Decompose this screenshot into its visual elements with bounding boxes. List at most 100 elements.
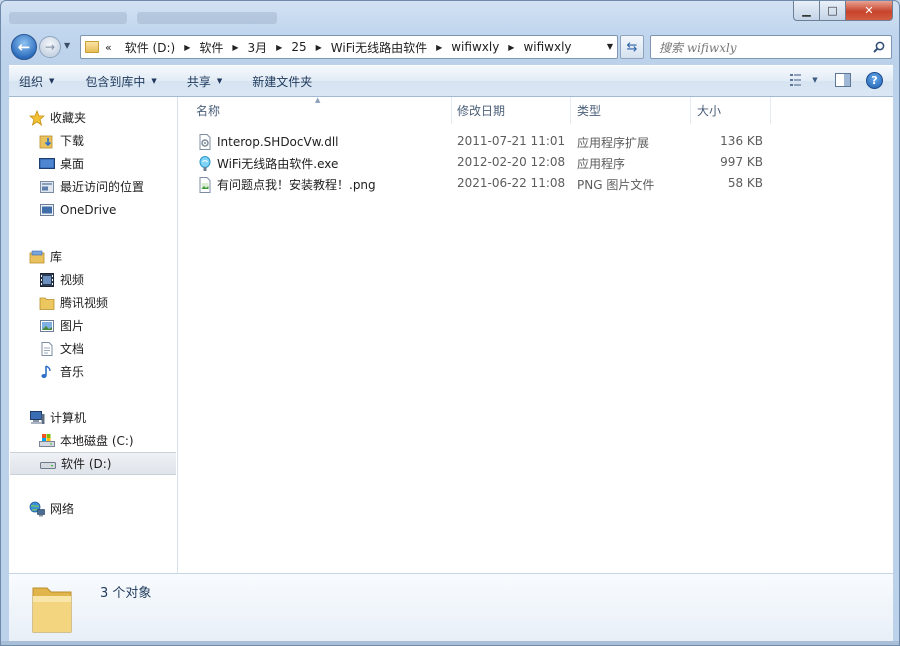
object-count: 3 个对象 — [100, 586, 152, 601]
table-row[interactable]: 有问题点我！安装教程！.png 2021-06-22 11:08 PNG 图片文… — [193, 173, 763, 194]
column-size[interactable]: 大小 — [691, 97, 771, 124]
arrow-left-icon: ← — [17, 38, 31, 56]
file-list[interactable]: ▲ 名称 修改日期 类型 大小 Interop.SHDocVw.dll 2011… — [179, 96, 893, 573]
breadcrumb-item[interactable]: 软件 (D:) — [120, 39, 180, 56]
column-modified-label: 修改日期 — [457, 104, 506, 118]
navigation-pane[interactable]: 收藏夹 下载 桌面 最近访问的位置 OneDrive 库 视频 腾讯视频 图片 … — [9, 97, 178, 573]
back-button[interactable]: ← — [11, 34, 37, 60]
file-modified: 2021-06-22 11:08 — [457, 176, 566, 190]
file-name-cell[interactable]: Interop.SHDocVw.dll — [197, 134, 339, 150]
file-type: 应用程序 — [577, 157, 626, 171]
file-type: 应用程序扩展 — [577, 136, 650, 150]
column-name[interactable]: 名称 — [190, 97, 452, 124]
table-row[interactable]: Interop.SHDocVw.dll 2011-07-21 11:01 应用程… — [193, 131, 763, 152]
breadcrumb-separator-icon[interactable]: ▶ — [312, 43, 326, 52]
new-folder-button[interactable]: 新建文件夹 — [232, 69, 322, 93]
breadcrumb-item[interactable]: wifiwxly — [518, 40, 576, 54]
forward-button[interactable]: → — [39, 36, 61, 58]
star-icon — [29, 109, 45, 126]
breadcrumb-item[interactable]: 25 — [286, 40, 311, 54]
chevron-down-icon: ▼ — [216, 77, 223, 85]
nav-software-d[interactable]: 软件 (D:) — [10, 452, 176, 475]
nav-onedrive[interactable]: OneDrive — [9, 198, 178, 221]
breadcrumb-overflow[interactable]: « — [105, 41, 112, 54]
system-drive-icon — [39, 433, 55, 447]
address-bar[interactable]: « 软件 (D:) ▶ 软件 ▶ 3月 ▶ 25 ▶ WiFi无线路由软件 ▶ wifiw… — [80, 35, 618, 59]
breadcrumb-separator-icon[interactable]: ▶ — [504, 43, 518, 52]
nav-videos[interactable]: 视频 — [9, 268, 178, 291]
column-modified[interactable]: 修改日期 — [451, 97, 571, 124]
preview-pane-button[interactable] — [834, 71, 852, 89]
title-bar[interactable]: ▁ □ ✕ — [1, 1, 899, 31]
organize-menu-button[interactable]: 组织 ▼ — [9, 69, 64, 93]
address-row: ← → ▼ « 软件 (D:) ▶ 软件 ▶ 3月 ▶ 25 ▶ WiFi无线路由软件 ▶… — [1, 31, 899, 65]
column-type[interactable]: 类型 — [571, 97, 691, 124]
nav-label: 音乐 — [60, 365, 85, 379]
folder-icon — [39, 297, 55, 310]
file-name-cell[interactable]: 有问题点我！安装教程！.png — [197, 176, 376, 193]
file-size: 997 KB — [720, 155, 763, 169]
chevron-down-icon: ▼ — [49, 77, 55, 85]
nav-label: 网络 — [50, 502, 75, 516]
file-name-cell[interactable]: WiFi无线路由软件.exe — [197, 155, 338, 172]
breadcrumb-item[interactable]: wifiwxly — [446, 40, 504, 54]
arrow-right-icon: → — [44, 40, 56, 54]
breadcrumb-separator-icon[interactable]: ▶ — [180, 43, 194, 52]
nav-favorites[interactable]: 收藏夹 — [9, 106, 178, 129]
png-image-icon — [199, 176, 211, 193]
folder-icon — [32, 587, 72, 633]
breadcrumb-separator-icon[interactable]: ▶ — [432, 43, 446, 52]
details-view-icon — [790, 74, 802, 86]
breadcrumb-item[interactable]: 软件 — [194, 39, 228, 56]
help-button[interactable]: ? — [866, 71, 883, 89]
nav-libraries[interactable]: 库 — [9, 245, 178, 268]
nav-downloads[interactable]: 下载 — [9, 129, 178, 152]
chevron-down-icon: ▼ — [812, 76, 818, 84]
file-size: 136 KB — [720, 134, 763, 148]
nav-label: 视频 — [60, 273, 85, 287]
minimize-button[interactable]: ▁ — [793, 1, 820, 21]
change-view-button[interactable]: ▼ — [788, 71, 820, 89]
nav-pictures[interactable]: 图片 — [9, 314, 178, 337]
nav-recent-places[interactable]: 最近访问的位置 — [9, 175, 178, 198]
nav-local-disk-c[interactable]: 本地磁盘 (C:) — [9, 429, 178, 452]
share-button[interactable]: 共享 ▼ — [167, 69, 232, 93]
nav-label: 计算机 — [50, 411, 87, 425]
breadcrumb-separator-icon[interactable]: ▶ — [228, 43, 242, 52]
include-in-library-button[interactable]: 包含到库中 ▼ — [64, 69, 166, 93]
breadcrumb-separator-icon[interactable]: ▶ — [272, 43, 286, 52]
maximize-button[interactable]: □ — [820, 1, 846, 21]
recent-places-icon — [40, 180, 54, 193]
address-history-dropdown-icon[interactable]: ▼ — [607, 42, 613, 51]
nav-label: 腾讯视频 — [60, 296, 109, 310]
recent-pages-dropdown[interactable]: ▼ — [64, 41, 76, 53]
music-note-icon — [41, 364, 51, 378]
blurred-title-text-2 — [137, 12, 277, 24]
file-type: PNG 图片文件 — [577, 178, 655, 192]
nav-label: 下载 — [60, 134, 85, 148]
breadcrumb-item[interactable]: 3月 — [243, 39, 273, 56]
nav-desktop[interactable]: 桌面 — [9, 152, 178, 175]
nav-label: OneDrive — [60, 202, 117, 217]
breadcrumb-item[interactable]: WiFi无线路由软件 — [326, 39, 432, 56]
nav-label: 最近访问的位置 — [60, 180, 145, 194]
search-input[interactable] — [659, 40, 864, 55]
organize-label: 组织 — [19, 74, 44, 89]
nav-network[interactable]: 网络 — [9, 497, 178, 520]
main-area: 收藏夹 下载 桌面 最近访问的位置 OneDrive 库 视频 腾讯视频 图片 … — [9, 96, 893, 573]
preview-pane-icon — [835, 73, 851, 87]
nav-computer[interactable]: 计算机 — [9, 406, 178, 429]
explorer-window: ▁ □ ✕ ← → ▼ « 软件 (D:) ▶ 软件 ▶ 3月 ▶ 25 ▶ WiFi无… — [0, 0, 900, 646]
nav-label: 本地磁盘 (C:) — [60, 434, 134, 448]
refresh-button[interactable]: ⇆ — [620, 35, 644, 59]
blurred-title-text — [9, 12, 127, 24]
libraries-group: 库 视频 腾讯视频 图片 文档 音乐 — [9, 245, 178, 383]
share-label: 共享 — [186, 74, 211, 89]
network-group: 网络 — [9, 497, 178, 520]
search-icon[interactable] — [873, 41, 885, 53]
close-button[interactable]: ✕ — [846, 1, 893, 21]
nav-tencent-video[interactable]: 腾讯视频 — [9, 291, 178, 314]
nav-music[interactable]: 音乐 — [9, 360, 178, 383]
table-row[interactable]: WiFi无线路由软件.exe 2012-02-20 12:08 应用程序 997… — [193, 152, 763, 173]
nav-documents[interactable]: 文档 — [9, 337, 178, 360]
